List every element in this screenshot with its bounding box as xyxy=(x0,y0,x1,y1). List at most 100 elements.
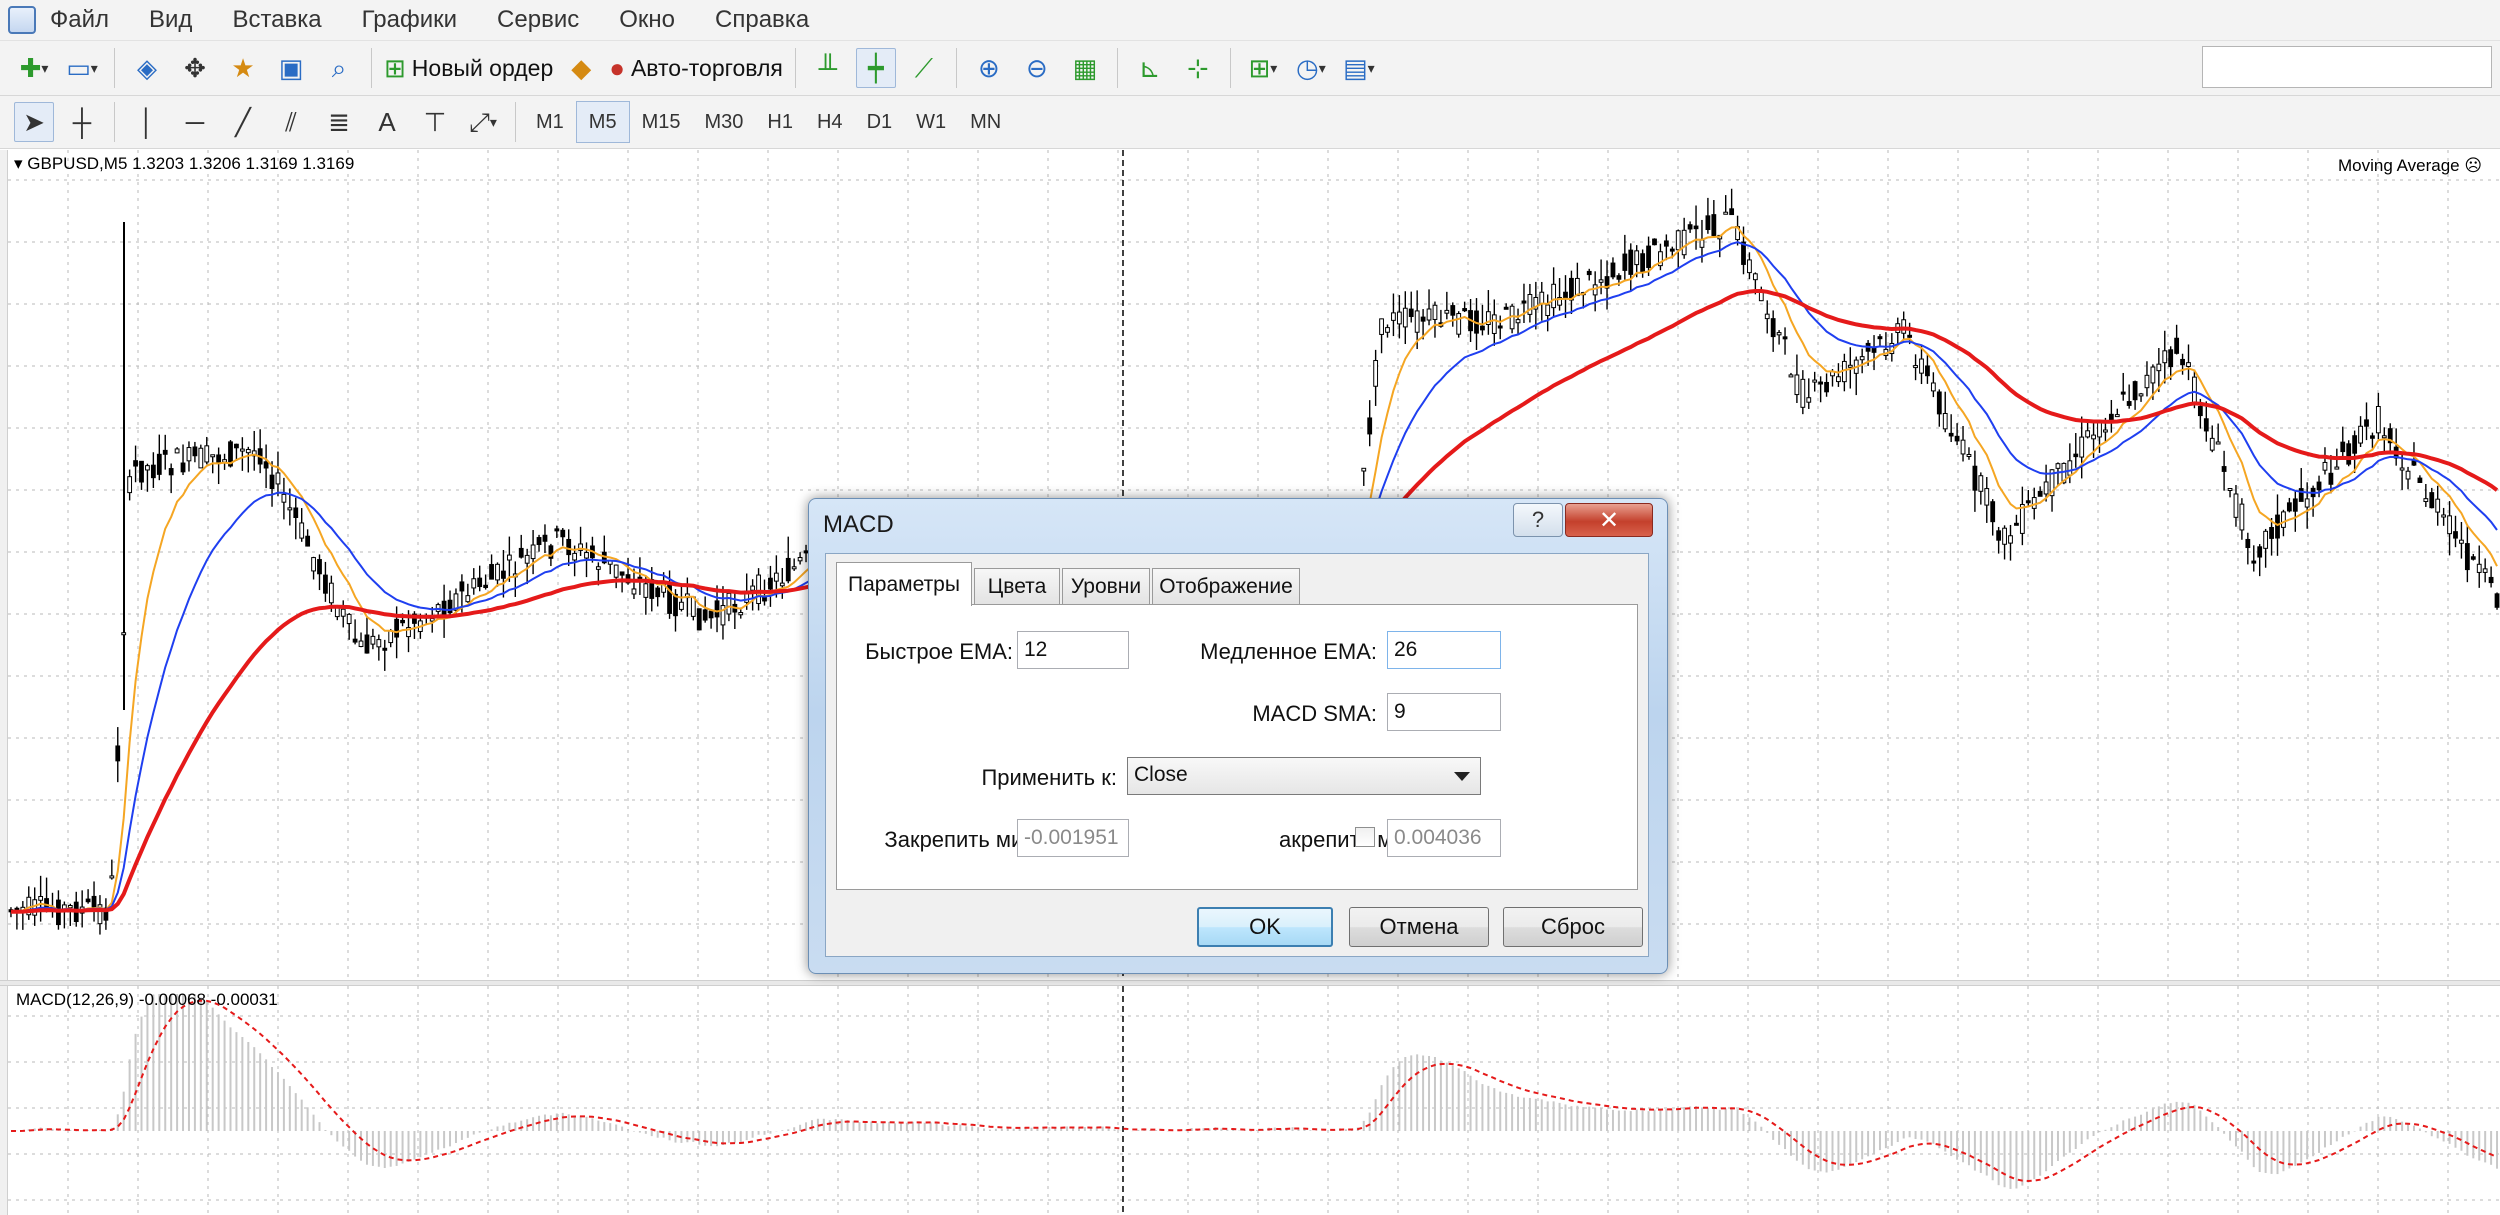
timeframe-w1[interactable]: W1 xyxy=(904,102,958,142)
candle-body xyxy=(1705,215,1711,231)
candle-body xyxy=(1598,279,1604,283)
templates-button[interactable]: ▤ ▾ xyxy=(1339,48,1379,88)
menu-charts[interactable]: Графики xyxy=(362,6,457,34)
candle-body xyxy=(370,635,376,645)
tab-parameters[interactable]: Параметры xyxy=(836,562,972,606)
menu-bar: Файл Вид Вставка Графики Сервис Окно Спр… xyxy=(0,0,2500,41)
fibonacci-icon: ≣ xyxy=(328,107,350,137)
fast-ema-input[interactable] xyxy=(1017,631,1129,669)
candle-body xyxy=(1480,325,1485,331)
timeframe-h1[interactable]: H1 xyxy=(755,102,805,142)
ok-button[interactable]: OK xyxy=(1197,907,1333,947)
candle-body xyxy=(1693,225,1699,230)
candle-body xyxy=(2233,493,2239,518)
candle-body xyxy=(1764,313,1770,320)
macd-sma-input[interactable] xyxy=(1387,693,1501,731)
tester-button[interactable]: ⌕ xyxy=(319,48,359,88)
metaeditor-button[interactable]: ◆ xyxy=(561,48,601,88)
zoom-out-button[interactable]: ⊖ xyxy=(1017,48,1057,88)
candle-body xyxy=(1414,310,1420,333)
candle-body xyxy=(1687,224,1693,230)
vertical-line-button[interactable]: │ xyxy=(127,102,167,142)
timeframe-mn[interactable]: MN xyxy=(958,102,1013,142)
bar-chart-icon: ╨ xyxy=(818,53,838,83)
arrows-button[interactable]: ⤢ ▾ xyxy=(463,102,503,142)
menu-window[interactable]: Окно xyxy=(619,6,675,34)
timeframe-h4[interactable]: H4 xyxy=(805,102,855,142)
auto-scroll-button[interactable]: ⊾ xyxy=(1130,48,1170,88)
data-window-button[interactable]: ✥ xyxy=(175,48,215,88)
slow-ema-input[interactable] xyxy=(1387,631,1501,669)
macd-chart[interactable] xyxy=(8,986,2500,1215)
reset-button[interactable]: Сброс xyxy=(1503,907,1643,947)
navigator-button[interactable]: ★ xyxy=(223,48,263,88)
new-order-button[interactable]: ⊞ Новый ордер xyxy=(384,48,553,88)
menu-file[interactable]: Файл xyxy=(50,6,109,34)
candle-body xyxy=(1930,382,1936,392)
menu-help[interactable]: Справка xyxy=(715,6,809,34)
timeframe-m15[interactable]: M15 xyxy=(630,102,693,142)
equidistant-channel-button[interactable]: ⫽ xyxy=(271,102,311,142)
chart-left-edge xyxy=(0,150,8,1215)
menu-insert[interactable]: Вставка xyxy=(232,6,321,34)
timeframe-d1[interactable]: D1 xyxy=(855,102,905,142)
crosshair-button[interactable]: ┼ xyxy=(62,102,102,142)
timeframe-m1[interactable]: M1 xyxy=(524,102,576,142)
tab-colors[interactable]: Цвета xyxy=(974,568,1060,604)
channel-icon: ⫽ xyxy=(285,107,297,137)
candle-body xyxy=(2263,530,2269,549)
fix-max-input[interactable] xyxy=(1387,819,1501,857)
tab-visualization[interactable]: Отображение xyxy=(1152,568,1300,604)
candle-body xyxy=(1391,312,1396,321)
text-label-button[interactable]: ⊤ xyxy=(415,102,455,142)
apply-to-select[interactable]: Close xyxy=(1127,757,1481,795)
line-chart-button[interactable]: ⟋ xyxy=(904,48,944,88)
candle-body xyxy=(2275,514,2280,539)
candle-body xyxy=(263,461,269,469)
candle-body xyxy=(2192,376,2197,405)
market-watch-button[interactable]: ◈ xyxy=(127,48,167,88)
candle-body xyxy=(1877,336,1883,340)
profiles-button[interactable]: ▭ ▾ xyxy=(62,48,102,88)
tile-windows-button[interactable]: ▦ xyxy=(1065,48,1105,88)
close-button[interactable]: ✕ xyxy=(1565,503,1653,537)
new-chart-button[interactable]: ✚ ▾ xyxy=(14,48,54,88)
help-button[interactable]: ? xyxy=(1513,503,1563,537)
terminal-button[interactable]: ▣ xyxy=(271,48,311,88)
auto-trading-button[interactable]: ● Авто-торговля xyxy=(609,48,783,88)
candle-body xyxy=(210,454,216,458)
candle-body xyxy=(619,571,625,576)
bar-chart-button[interactable]: ╨ xyxy=(808,48,848,88)
cursor-button[interactable]: ➤ xyxy=(14,102,54,142)
menu-view[interactable]: Вид xyxy=(149,6,192,34)
candlesticks-button[interactable]: ┿ xyxy=(855,48,896,88)
fix-max-checkbox[interactable] xyxy=(1355,827,1375,847)
candle-body xyxy=(1497,325,1503,329)
trendline-button[interactable]: ╱ xyxy=(223,102,263,142)
auto-trading-icon: ● xyxy=(609,53,625,83)
navigator-star-icon: ★ xyxy=(231,53,255,83)
text-button[interactable]: A xyxy=(367,102,407,142)
tab-levels[interactable]: Уровни xyxy=(1062,568,1150,604)
candle-body xyxy=(1545,304,1551,317)
horizontal-line-button[interactable]: ─ xyxy=(175,102,215,142)
chart-shift-button[interactable]: ⊹ xyxy=(1178,48,1218,88)
fibonacci-button[interactable]: ≣ xyxy=(319,102,359,142)
indicators-button[interactable]: ⊞ ▾ xyxy=(1243,48,1283,88)
zoom-in-button[interactable]: ⊕ xyxy=(969,48,1009,88)
cancel-button[interactable]: Отмена xyxy=(1349,907,1489,947)
macd-label: MACD(12,26,9) -0.00068 -0.00031 xyxy=(16,990,278,1009)
search-input[interactable] xyxy=(2202,46,2492,88)
candle-body xyxy=(317,559,322,575)
candle-body xyxy=(1426,308,1432,321)
candle-body xyxy=(756,574,761,604)
candle-body xyxy=(1503,306,1509,310)
periods-button[interactable]: ◷ ▾ xyxy=(1291,48,1331,88)
timeframe-m5[interactable]: M5 xyxy=(575,101,630,143)
timeframe-m30[interactable]: M30 xyxy=(693,102,756,142)
candle-body xyxy=(524,554,530,564)
candle-body xyxy=(115,745,121,762)
metaeditor-icon: ◆ xyxy=(571,53,592,83)
menu-tools[interactable]: Сервис xyxy=(497,6,579,34)
fix-min-input[interactable] xyxy=(1017,819,1129,857)
